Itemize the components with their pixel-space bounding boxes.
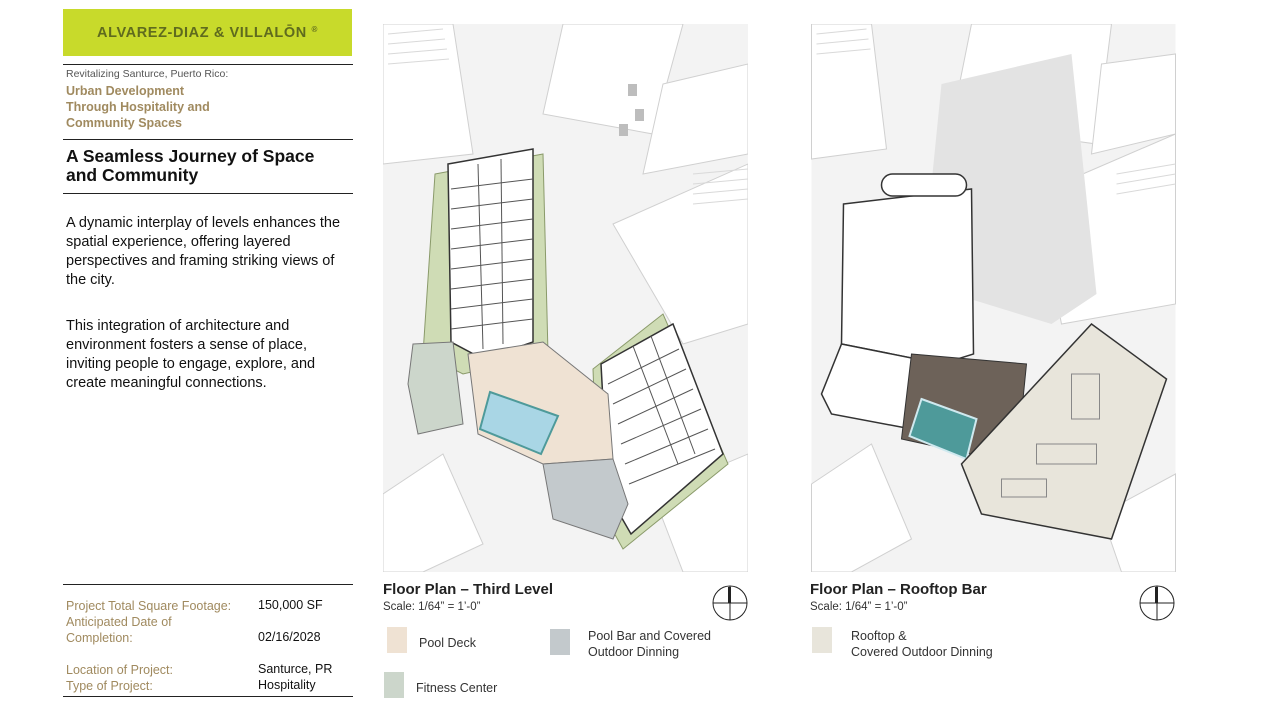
divider [63,64,353,65]
intro-paragraph: This integration of architecture and env… [66,318,316,391]
brand-registered-mark: ® [311,24,318,34]
legend-label-line: Pool Bar and Covered [588,629,711,643]
legend-swatch-rooftop [812,627,832,653]
legend-label-line: Rooftop & [851,629,907,643]
floor-plan-third-level-drawing [383,24,748,572]
legend-label-rooftop: Rooftop & Covered Outdoor Dinning [851,628,993,660]
sqft-label: Project Total Square Footage: [66,599,232,613]
completion-label-line: Anticipated Date of [66,615,172,629]
north-arrow-icon [712,585,748,621]
intro-paragraph: A dynamic interplay of levels enhances t… [66,215,341,288]
subtitle-line: Urban Development [66,84,185,98]
legend-label-line: Covered Outdoor Dinning [851,645,993,659]
legend-swatch-pool-bar [550,629,570,655]
subtitle-line: Through Hospitality and [66,100,210,114]
legend-label-fitness-center: Fitness Center [416,681,498,695]
heading-line: A Seamless Journey of Space [66,146,315,166]
type-value: Hospitality [258,678,316,692]
subtitle-prefix: Revitalizing Santurce, Puerto Rico: [66,68,229,80]
plan-scale: Scale: 1/64” = 1’-0” [383,601,481,613]
subtitle-title: Urban Development Through Hospitality an… [66,83,266,131]
completion-label: Anticipated Date of Completion: [66,614,172,646]
legend-swatch-fitness-center [384,672,404,698]
plan-title: Floor Plan – Third Level [383,581,554,598]
type-label: Type of Project: [66,679,153,693]
plan-scale: Scale: 1/64” = 1’-0” [810,601,908,613]
legend-label-pool-bar: Pool Bar and Covered Outdoor Dinning [588,628,711,660]
plan-title: Floor Plan – Rooftop Bar [810,581,987,598]
sqft-value: 150,000 SF [258,598,323,612]
divider [63,139,353,140]
location-label: Location of Project: [66,663,174,677]
completion-label-line: Completion: [66,631,133,645]
legend-label-pool-deck: Pool Deck [419,636,476,650]
brand-logo: ALVAREZ-DIAZ & VILLALŌN ® [63,9,352,56]
divider [63,584,353,585]
divider [63,193,353,194]
page-heading: A Seamless Journey of Space and Communit… [66,147,346,184]
legend-swatch-pool-deck [387,627,407,653]
brand-name: ALVAREZ-DIAZ & VILLALŌN [97,24,307,41]
north-arrow-icon [1139,585,1175,621]
subtitle-line: Community Spaces [66,116,183,130]
legend-label-line: Outdoor Dinning [588,645,680,659]
floor-plan-rooftop-bar-drawing [811,24,1176,572]
heading-line: and Community [66,164,199,185]
location-value: Santurce, PR [258,662,333,676]
divider [63,696,353,697]
completion-value: 02/16/2028 [258,630,321,644]
